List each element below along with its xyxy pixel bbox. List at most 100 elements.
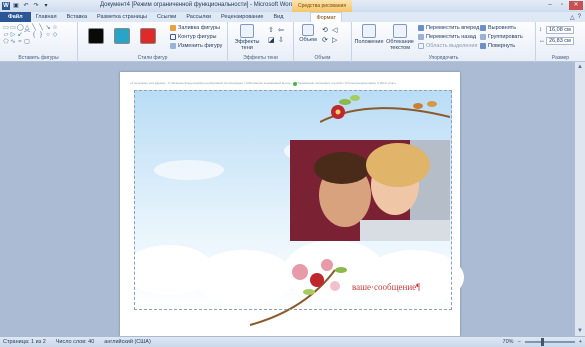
shape-line-icon[interactable]: ╲	[38, 25, 44, 31]
shadow-effects-button[interactable]: Эффекты тени	[232, 24, 262, 51]
page-count[interactable]: Страница: 1 из 2	[3, 339, 46, 345]
shape-rect-icon[interactable]: ▭	[3, 25, 9, 31]
shadow-toggle-icon[interactable]: ◪	[268, 36, 275, 44]
style-swatch-blue[interactable]	[114, 28, 130, 44]
shape-oval-icon[interactable]: ○	[45, 32, 51, 38]
shape-pentagon-icon[interactable]: ⬠	[3, 39, 9, 45]
tilt-left-icon[interactable]: ◁	[332, 26, 337, 34]
group-volume: Объем ⟲ ◁ ⟳ ▷ Объем	[294, 22, 352, 62]
shape-brace-icon[interactable]: ≈	[17, 39, 23, 45]
bring-forward-button[interactable]: Переместить вперед	[418, 25, 479, 31]
selection-pane-icon	[418, 43, 424, 49]
tab-mailings[interactable]: Рассылки	[181, 12, 216, 22]
group-label-arrange: Упорядочить	[428, 55, 459, 61]
position-button[interactable]: Положение	[354, 24, 384, 45]
shadow-nudge-down-icon[interactable]: ⇩	[278, 36, 284, 44]
ribbon-tabs: Файл Главная Вставка Разметка страницы С…	[0, 12, 585, 22]
shape-diamond-icon[interactable]: ◇	[52, 32, 58, 38]
tab-review[interactable]: Рецензирование	[216, 12, 268, 22]
maximize-icon[interactable]: ▫	[557, 1, 567, 10]
tilt-right-icon[interactable]: ▷	[332, 36, 337, 44]
tilt-down-icon[interactable]: ⟳	[322, 36, 328, 44]
zoom-thumb[interactable]	[541, 338, 545, 346]
align-button[interactable]: Выровнять	[480, 25, 516, 31]
shape-star-icon[interactable]: ☆	[52, 25, 58, 31]
send-backward-icon	[418, 34, 424, 40]
zoom-in-icon[interactable]: +	[579, 339, 582, 345]
shape-rect-icon[interactable]: ▭	[10, 25, 16, 31]
help-icon[interactable]: ?	[578, 14, 581, 21]
group-label-shadow-effects: Эффекты тени	[243, 55, 278, 61]
rotate-button[interactable]: Повернуть	[480, 43, 515, 49]
tab-home[interactable]: Главная	[31, 12, 62, 22]
shape-line-icon[interactable]: ╲	[31, 25, 37, 31]
tilt-up-icon[interactable]: ⟲	[322, 26, 328, 34]
minimize-ribbon-icon[interactable]: △	[570, 14, 575, 21]
selection-pane-button[interactable]: Область выделения	[418, 43, 477, 49]
pencil-icon	[170, 34, 176, 40]
vertical-scrollbar[interactable]: ▲ ▼	[575, 62, 585, 336]
close-icon[interactable]: ✕	[569, 1, 583, 10]
save-icon[interactable]: ▣	[12, 2, 20, 10]
wrap-text-button[interactable]: Обтекание текстом	[384, 24, 416, 51]
group-objects-button[interactable]: Группировать	[480, 34, 523, 40]
group-size: ↕ 16,08 см ↔ 26,83 см Размер	[536, 22, 585, 62]
tab-page-layout[interactable]: Разметка страницы	[92, 12, 152, 22]
shape-bracket-icon[interactable]: }	[38, 32, 44, 38]
selection-frame[interactable]	[134, 90, 452, 310]
shadow-nudge-up-icon[interactable]: ⇧	[268, 26, 274, 34]
paint-bucket-icon	[170, 25, 176, 31]
width-field[interactable]: 26,83 см	[546, 37, 574, 45]
tab-format[interactable]: Формат	[310, 12, 342, 22]
tab-file[interactable]: Файл	[0, 12, 31, 22]
group-label-size: Размер	[551, 55, 570, 61]
volume-button[interactable]: Объем	[297, 24, 319, 43]
shape-outline-button[interactable]: Контур фигуры	[170, 34, 216, 40]
redo-icon[interactable]: ↷	[32, 2, 40, 10]
zoom-level[interactable]: 70%	[503, 339, 514, 345]
scroll-up-icon[interactable]: ▲	[576, 63, 584, 71]
document-canvas: «1 Чеченому юхо вдрему... 9 Чеченюю блюд…	[0, 62, 575, 336]
group-label-insert-shapes: Вставить фигуры	[18, 55, 59, 61]
scroll-down-icon[interactable]: ▼	[576, 327, 584, 335]
cube-icon	[302, 24, 314, 36]
shape-rect-icon[interactable]: ▱	[3, 32, 9, 38]
header-text: «1 Чеченому юхо вдрему... 9 Чеченюю блюд…	[130, 81, 397, 85]
style-swatch-red[interactable]	[140, 28, 156, 44]
shape-arrow-icon[interactable]: ↘	[45, 25, 51, 31]
shadow-nudge-left-icon[interactable]: ⇦	[278, 26, 284, 34]
shape-triangle-icon[interactable]: △	[24, 25, 30, 31]
send-backward-button[interactable]: Переместить назад	[418, 34, 476, 40]
minimize-icon[interactable]: –	[545, 1, 555, 10]
shape-oval-icon[interactable]: ◯	[17, 25, 24, 31]
tab-references[interactable]: Ссылки	[152, 12, 181, 22]
shape-rect-icon[interactable]: ▢	[24, 39, 30, 45]
zoom-out-icon[interactable]: −	[518, 339, 521, 345]
document-page[interactable]: «1 Чеченому юхо вдрему... 9 Чеченюю блюд…	[120, 72, 464, 336]
quick-access-toolbar: W ▣ ↶ ↷ ▾	[2, 2, 50, 10]
group-arrange: Положение Обтекание текстом Переместить …	[352, 22, 536, 62]
bring-forward-icon	[418, 25, 424, 31]
shape-arrow-icon[interactable]: ↙	[17, 32, 23, 38]
undo-icon[interactable]: ↶	[22, 2, 30, 10]
change-shape-button[interactable]: Изменить фигуру	[170, 43, 222, 49]
shape-fill-button[interactable]: Заливка фигуры	[170, 25, 220, 31]
shape-curve-icon[interactable]: ∿	[10, 39, 16, 45]
window-controls: – ▫ ✕	[545, 1, 583, 10]
drawing-tools-context: Средства рисования	[292, 0, 352, 12]
shape-bracket-icon[interactable]: {	[31, 32, 37, 38]
title-bar: W ▣ ↶ ↷ ▾ Документ4 [Режим ограниченной …	[0, 0, 585, 12]
align-icon	[480, 25, 486, 31]
chevron-down-icon[interactable]: ▾	[42, 2, 50, 10]
group-label-shape-styles: Стили фигур	[137, 55, 168, 61]
style-swatch-black[interactable]	[88, 28, 104, 44]
zoom-slider[interactable]	[524, 338, 575, 346]
word-count[interactable]: Число слов: 40	[56, 339, 95, 345]
shape-curve-icon[interactable]: ⌒	[24, 32, 30, 38]
language-indicator[interactable]: английский (США)	[104, 339, 151, 345]
shape-triangle-icon[interactable]: ▷	[10, 32, 16, 38]
height-field[interactable]: 16,08 см	[546, 26, 574, 34]
rotate-handle-icon[interactable]	[293, 82, 297, 86]
tab-view[interactable]: Вид	[268, 12, 288, 22]
tab-insert[interactable]: Вставка	[62, 12, 92, 22]
